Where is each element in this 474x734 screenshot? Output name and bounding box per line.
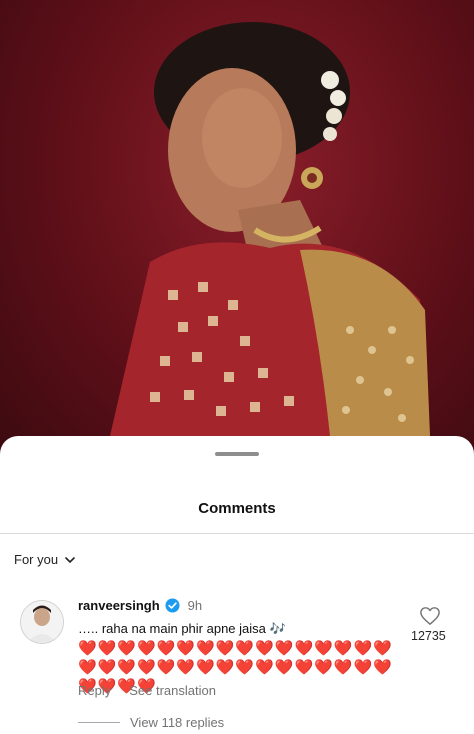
sheet-title: Comments (198, 500, 276, 517)
comment-actions: Reply See translation (78, 683, 216, 698)
comment-time: 9h (187, 598, 203, 613)
view-replies-button[interactable]: View 118 replies (78, 715, 224, 730)
verified-badge-icon (165, 598, 180, 613)
like-count: 12735 (411, 629, 446, 643)
replies-line (78, 722, 120, 723)
divider (0, 533, 474, 534)
portrait-illustration (110, 22, 430, 436)
filter-label: For you (14, 552, 59, 567)
avatar[interactable] (20, 600, 64, 644)
see-translation-button[interactable]: See translation (129, 683, 216, 698)
chevron-down-icon (65, 556, 75, 563)
replies-label: View 118 replies (130, 715, 225, 730)
post-photo[interactable] (0, 0, 474, 470)
sort-filter-dropdown[interactable]: For you (14, 552, 76, 567)
drag-handle[interactable] (215, 452, 259, 456)
comments-sheet: Comments For you ranveersingh 9h ….. rah… (0, 436, 474, 734)
comment-username[interactable]: ranveersingh (78, 598, 160, 613)
comment-header: ranveersingh 9h (78, 598, 202, 613)
comment-text: ….. raha na main phir apne jaisa 🎶 (78, 621, 286, 636)
user-avatar-icon (21, 601, 63, 643)
heart-icon[interactable] (419, 606, 441, 626)
reply-button[interactable]: Reply (78, 683, 111, 698)
